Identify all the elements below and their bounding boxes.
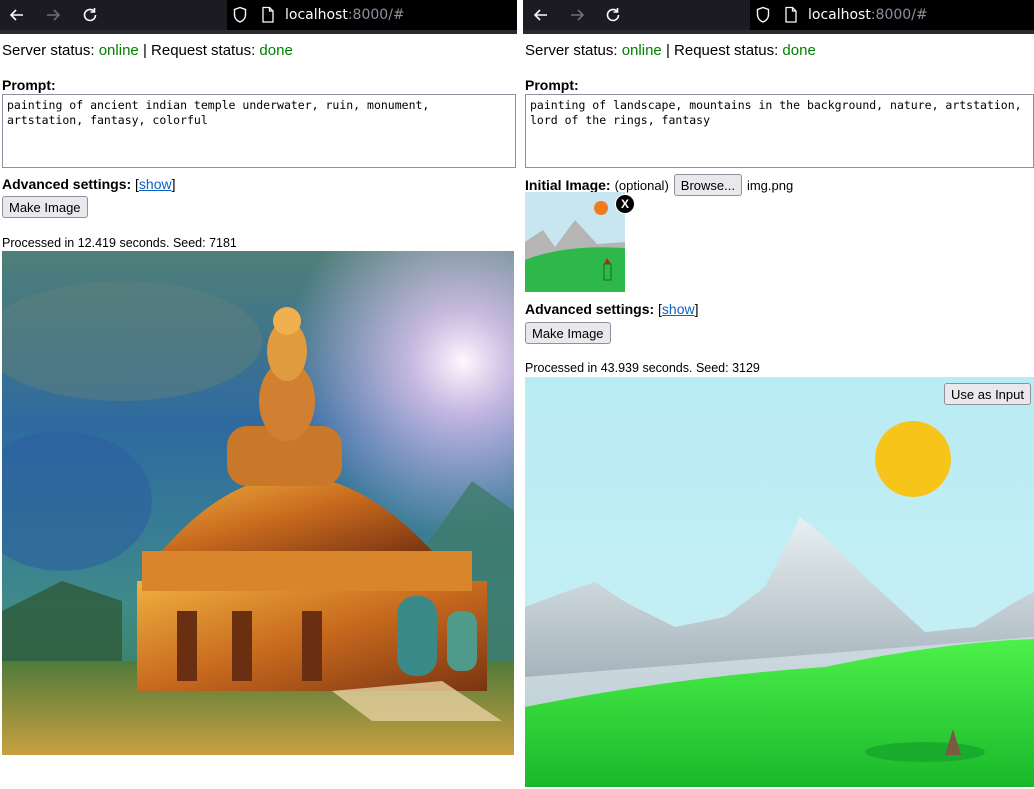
- processed-info: Processed in 12.419 seconds. Seed: 7181: [2, 236, 237, 250]
- make-image-button[interactable]: Make Image: [2, 196, 88, 218]
- landscape-sketch: [525, 192, 625, 292]
- server-status-label: Server status:: [525, 42, 618, 59]
- server-status-value: online: [98, 42, 139, 59]
- status-separator: |: [665, 42, 670, 59]
- advanced-settings-show-link[interactable]: show: [139, 176, 172, 192]
- prompt-label: Prompt:: [525, 77, 579, 93]
- advanced-settings-label: Advanced settings:: [525, 301, 655, 317]
- browser-toolbar: localhost:8000/#: [0, 0, 517, 34]
- landscape-painting: [525, 377, 1034, 787]
- use-as-input-button[interactable]: Use as Input: [944, 383, 1031, 405]
- reload-button[interactable]: [78, 3, 102, 27]
- back-arrow-icon: [9, 9, 23, 21]
- generated-image: [2, 251, 514, 755]
- page-icon: [262, 6, 274, 23]
- remove-image-button[interactable]: X: [615, 194, 635, 214]
- request-status-value: done: [782, 42, 816, 59]
- shield-icon: [756, 6, 770, 23]
- url-text: localhost:8000/#: [285, 7, 405, 23]
- reload-icon: [606, 8, 620, 22]
- advanced-settings-show-link[interactable]: show: [662, 301, 695, 317]
- server-status-value: online: [621, 42, 662, 59]
- generated-image: Use as Input: [525, 377, 1034, 787]
- initial-image-thumbnail: [525, 192, 625, 292]
- close-icon: X: [620, 197, 629, 211]
- shield-icon: [233, 6, 247, 23]
- processed-info: Processed in 43.939 seconds. Seed: 3129: [525, 361, 760, 375]
- address-bar[interactable]: localhost:8000/#: [750, 0, 1034, 30]
- prompt-label: Prompt:: [2, 77, 56, 93]
- make-image-button[interactable]: Make Image: [525, 322, 611, 344]
- status-line: Server status: online | Request status: …: [525, 42, 816, 59]
- advanced-settings-label: Advanced settings:: [2, 176, 132, 192]
- file-name: img.png: [746, 177, 794, 193]
- request-status-label: Request status:: [151, 42, 256, 59]
- back-button[interactable]: [529, 3, 553, 27]
- browser-toolbar: localhost:8000/#: [523, 0, 1034, 34]
- forward-arrow-icon: [47, 9, 61, 21]
- url-text: localhost:8000/#: [808, 7, 928, 23]
- forward-button[interactable]: [41, 3, 65, 27]
- advanced-settings: Advanced settings: [show]: [2, 176, 176, 192]
- temple-painting: [2, 251, 514, 755]
- forward-button[interactable]: [565, 3, 589, 27]
- initial-image-label: Initial Image:: [525, 177, 611, 193]
- reload-icon: [83, 8, 97, 22]
- advanced-settings: Advanced settings: [show]: [525, 301, 699, 317]
- browse-button[interactable]: Browse...: [673, 174, 742, 196]
- prompt-input[interactable]: [525, 94, 1034, 168]
- request-status-value: done: [259, 42, 293, 59]
- reload-button[interactable]: [601, 3, 625, 27]
- server-status-label: Server status:: [2, 42, 95, 59]
- address-bar[interactable]: localhost:8000/#: [227, 0, 517, 30]
- browser-window-right: localhost:8000/# Server status: online |…: [523, 0, 1034, 789]
- page-icon: [785, 6, 797, 23]
- prompt-input[interactable]: [2, 94, 516, 168]
- back-arrow-icon: [533, 9, 547, 21]
- initial-image-optional: (optional): [614, 177, 669, 193]
- status-separator: |: [142, 42, 147, 59]
- browser-window-left: localhost:8000/# Server status: online |…: [0, 0, 517, 789]
- back-button[interactable]: [5, 3, 29, 27]
- forward-arrow-icon: [571, 9, 585, 21]
- status-line: Server status: online | Request status: …: [2, 42, 293, 59]
- request-status-label: Request status:: [674, 42, 779, 59]
